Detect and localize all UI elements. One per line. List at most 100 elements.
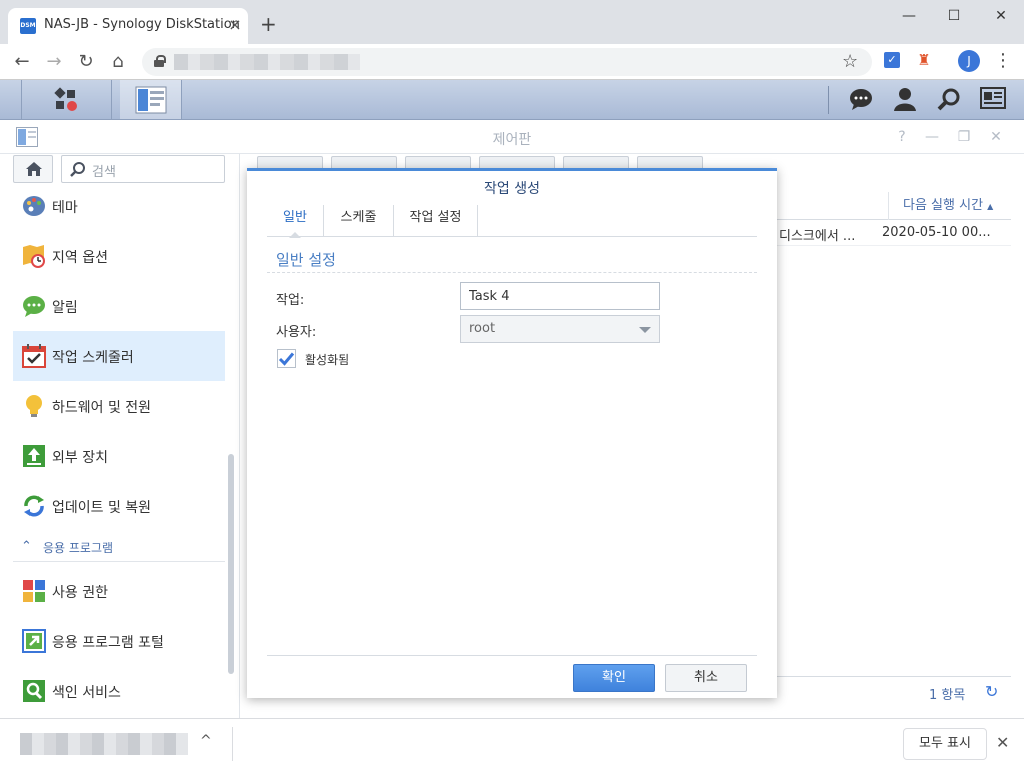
download-separator	[232, 727, 233, 761]
section-divider	[267, 272, 757, 273]
download-bar: ^ 모두 표시 ✕	[0, 718, 1024, 768]
browser-menu-icon[interactable]: ⋮	[994, 50, 1012, 72]
tab-title: NAS-JB - Synology DiskStation	[44, 17, 240, 32]
download-item[interactable]	[20, 733, 188, 755]
sidebar-item-label: 응용 프로그램 포털	[52, 635, 164, 651]
show-all-button[interactable]: 모두 표시	[903, 728, 987, 760]
search-input[interactable]: 검색	[61, 155, 225, 183]
cancel-button[interactable]: 취소	[665, 664, 747, 692]
cell-next-run: 2020-05-10 00...	[882, 225, 991, 240]
map-clock-icon	[23, 245, 45, 268]
window-close-button[interactable]: ✕	[986, 6, 1016, 26]
task-name-input[interactable]	[460, 282, 660, 310]
sidebar-scrollbar[interactable]	[228, 454, 234, 674]
blurred-url	[174, 54, 360, 70]
widgets-icon[interactable]	[980, 87, 1006, 113]
refresh-icon[interactable]: ↻	[985, 682, 998, 701]
checkmark-icon	[278, 352, 295, 366]
user-icon[interactable]	[892, 87, 918, 113]
collapse-chevron-icon: ⌃	[21, 539, 32, 554]
tab-close-icon[interactable]: ×	[226, 16, 244, 34]
control-panel-header: 제어판 ? — ❐ ✕	[0, 120, 1024, 154]
extension-check-icon[interactable]: ✓	[884, 52, 900, 68]
control-panel-taskbar-button[interactable]	[120, 80, 182, 119]
create-task-dialog: 작업 생성 일반 스케줄 작업 설정 일반 설정 작업: 사용자: root 활…	[247, 168, 777, 698]
extension-lighthouse-icon[interactable]: ♜	[916, 52, 932, 68]
tab-task-settings[interactable]: 작업 설정	[394, 205, 478, 237]
palette-icon	[23, 196, 45, 216]
url-bar[interactable]	[142, 48, 872, 76]
search-icon[interactable]	[936, 87, 962, 113]
sidebar-item-notification[interactable]: 알림	[13, 281, 225, 331]
user-select-value: root	[469, 321, 496, 336]
window-maximize-button[interactable]: ☐	[939, 6, 969, 26]
main-menu-icon	[54, 87, 77, 111]
dsm-favicon-icon: DSM	[20, 18, 36, 34]
profile-avatar[interactable]: J	[958, 50, 980, 72]
upload-device-icon	[23, 445, 45, 467]
download-options-chevron-icon[interactable]: ^	[200, 733, 212, 749]
sidebar-group-label: 응용 프로그램	[43, 541, 114, 555]
home-button[interactable]: ⌂	[106, 50, 130, 74]
column-next-run-time[interactable]: 다음 실행 시간 ▲	[888, 192, 1010, 220]
index-search-icon	[23, 680, 45, 702]
forward-button[interactable]: →	[42, 50, 66, 74]
sidebar-item-label: 색인 서비스	[52, 685, 121, 701]
tab-general[interactable]: 일반	[267, 205, 324, 238]
bookmark-star-icon[interactable]: ☆	[842, 50, 858, 74]
sidebar-item-indexing-service[interactable]: 색인 서비스	[13, 666, 225, 716]
task-label: 작업:	[276, 293, 305, 308]
column-label: 다음 실행 시간	[903, 198, 984, 213]
address-toolbar: ← → ↻ ⌂ ☆	[0, 44, 1024, 80]
item-count: 1 항목	[929, 688, 966, 703]
sidebar-item-application-portal[interactable]: 응용 프로그램 포털	[13, 616, 225, 666]
search-icon	[70, 162, 85, 177]
help-button[interactable]: ?	[892, 127, 912, 147]
sidebar-item-label: 작업 스케줄러	[52, 350, 134, 366]
sidebar-item-theme[interactable]: 테마	[13, 181, 225, 231]
ok-button[interactable]: 확인	[573, 664, 655, 692]
home-icon	[26, 162, 42, 176]
cp-minimize-button[interactable]: —	[922, 127, 942, 147]
dialog-title: 작업 생성	[484, 181, 540, 197]
sidebar-item-label: 알림	[52, 300, 78, 316]
window-title: 제어판	[492, 132, 532, 148]
sidebar-item-label: 업데이트 및 복원	[52, 500, 152, 516]
user-label: 사용자:	[276, 325, 317, 340]
refresh-icon	[24, 495, 44, 517]
cell-task-name: 디스크에서 ...	[779, 229, 856, 244]
dialog-tabs: 일반 스케줄 작업 설정	[267, 205, 757, 238]
taskbar-separator	[828, 86, 829, 114]
cp-close-button[interactable]: ✕	[986, 127, 1006, 147]
new-tab-button[interactable]: +	[260, 14, 277, 34]
user-select[interactable]: root	[460, 315, 660, 343]
sidebar-item-hardware-power[interactable]: 하드웨어 및 전원	[13, 381, 225, 431]
portal-arrow-icon	[22, 629, 46, 653]
browser-titlebar: DSM NAS-JB - Synology DiskStation × + — …	[0, 0, 1024, 44]
home-nav-button[interactable]	[13, 155, 53, 183]
sidebar-group-applications[interactable]: ⌃ 응용 프로그램	[13, 534, 225, 562]
control-panel-sidebar: 검색 테마 지역 옵션 알림 작업 스케줄러 하드웨어 및 전원 외부 장치 업…	[0, 154, 240, 718]
sidebar-item-privileges[interactable]: 사용 권한	[13, 566, 225, 616]
enabled-checkbox[interactable]	[277, 349, 296, 368]
reload-button[interactable]: ↻	[74, 50, 98, 74]
sidebar-item-task-scheduler[interactable]: 작업 스케줄러	[13, 331, 225, 381]
sidebar-item-update-restore[interactable]: 업데이트 및 복원	[13, 481, 225, 531]
dropdown-caret-icon	[639, 327, 651, 333]
sidebar-item-external-devices[interactable]: 외부 장치	[13, 431, 225, 481]
sidebar-item-label: 테마	[52, 200, 78, 216]
main-menu-button[interactable]	[22, 80, 112, 119]
cp-restore-button[interactable]: ❐	[954, 127, 974, 147]
tab-schedule[interactable]: 스케줄	[324, 205, 394, 237]
browser-tab[interactable]: DSM NAS-JB - Synology DiskStation ×	[8, 8, 248, 44]
notification-chat-icon[interactable]	[848, 87, 874, 113]
back-button[interactable]: ←	[10, 50, 34, 74]
footer-divider	[267, 655, 757, 656]
dsm-taskbar	[0, 80, 1024, 120]
sidebar-item-label: 외부 장치	[52, 450, 108, 466]
window-minimize-button[interactable]: —	[894, 6, 924, 26]
search-placeholder: 검색	[92, 165, 116, 180]
permission-grid-icon	[23, 580, 45, 602]
sidebar-item-regional-options[interactable]: 지역 옵션	[13, 231, 225, 281]
download-bar-close-icon[interactable]: ✕	[996, 733, 1009, 752]
